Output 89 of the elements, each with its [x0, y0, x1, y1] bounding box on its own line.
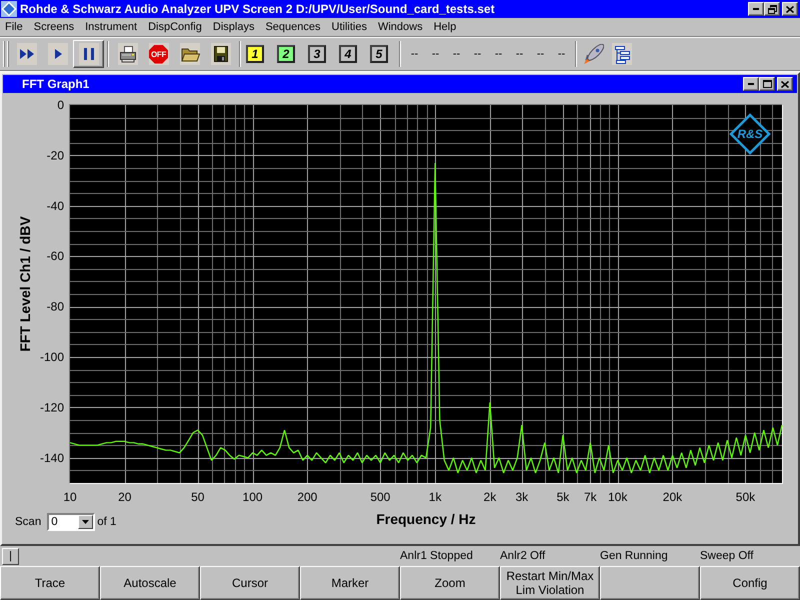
fast-forward-icon	[16, 43, 36, 65]
x-tick-label: 20k	[662, 490, 682, 504]
window-title: Rohde & Schwarz Audio Analyzer UPV Screen 2 D:/UPV/User/Sound_card_tests.set	[20, 2, 496, 16]
screen-button[interactable]: 5	[370, 45, 388, 63]
x-tick-label: 10	[63, 490, 77, 504]
floppy-disk-icon	[210, 43, 230, 65]
scan-label: Scan	[15, 516, 42, 528]
menu-item[interactable]: Help	[428, 19, 462, 35]
printer-icon	[118, 43, 138, 65]
softkey-button[interactable]: Restart Min/Max Lim Violation	[500, 566, 600, 600]
minimize-button[interactable]	[748, 2, 764, 16]
softkey-button[interactable]: Autoscale	[100, 566, 200, 600]
screen-button[interactable]: 1	[246, 45, 264, 63]
slot-label: --	[452, 48, 462, 60]
y-tick-label: -20	[46, 148, 64, 162]
menu-item[interactable]: File	[0, 19, 28, 35]
y-tick-label: -100	[40, 350, 64, 364]
y-tick-label: -140	[40, 450, 64, 465]
minimize-icon	[753, 8, 759, 10]
x-tick-label: 1k	[428, 490, 442, 504]
status-label: Sweep Off	[700, 550, 754, 562]
slot-label: --	[410, 48, 420, 60]
y-tick-label: -60	[46, 249, 64, 264]
x-tick-label: 20	[118, 490, 132, 504]
minimize-icon	[748, 83, 754, 85]
x-axis-title: Frequency / Hz	[376, 511, 476, 527]
tree-view-icon	[612, 43, 632, 65]
status-label: Anlr2 Off	[500, 550, 546, 562]
restore-icon	[768, 4, 776, 14]
pause-icon	[78, 43, 98, 65]
x-tick-label: 100	[242, 490, 263, 504]
y-tick-label: -120	[40, 400, 64, 414]
screen-button[interactable]: 4	[339, 45, 357, 63]
softkey-button[interactable]: Trace	[0, 566, 100, 600]
menu-item[interactable]: Sequences	[260, 19, 326, 35]
x-tick-label: 200	[297, 490, 318, 504]
menu-item[interactable]: Screens	[28, 19, 80, 35]
maximize-button[interactable]	[759, 77, 775, 91]
x-tick-label: 7k	[584, 490, 597, 504]
window-title: FFT Graph1	[22, 77, 90, 91]
menu-item[interactable]: DispConfig	[142, 19, 208, 35]
x-tick-label: 50k	[736, 490, 756, 504]
toolbar-grip[interactable]	[3, 41, 9, 67]
slot-label: --	[556, 48, 566, 60]
y-tick-label: -40	[46, 198, 64, 213]
y-tick-label: 0	[57, 98, 64, 112]
menu-item[interactable]: Instrument	[80, 19, 143, 35]
x-tick-label: 500	[370, 490, 390, 504]
y-tick-label: -80	[46, 300, 64, 314]
x-tick-label: 2k	[484, 490, 496, 504]
scan-dropdown[interactable]: 0	[47, 513, 96, 531]
slot-label: --	[536, 48, 546, 60]
toggle-button[interactable]: |	[2, 548, 19, 564]
x-tick-label: 5k	[556, 490, 570, 504]
slot-label: --	[472, 48, 482, 60]
screen-button[interactable]: 3	[308, 45, 326, 63]
menu-item[interactable]: Utilities	[326, 19, 372, 35]
rocket-icon	[584, 44, 604, 64]
slot-label: --	[430, 48, 440, 60]
minimize-button[interactable]	[743, 77, 759, 91]
restore-button[interactable]	[764, 2, 780, 16]
x-tick-label: 3k	[516, 490, 528, 504]
softkey-button[interactable]	[600, 566, 700, 600]
caret-icon[interactable]	[78, 515, 94, 529]
brand-logo: R&S	[729, 113, 771, 155]
pause-button[interactable]	[73, 40, 104, 68]
play-icon	[48, 43, 68, 65]
softkey-button[interactable]: Config	[700, 566, 800, 600]
status-label: Gen Running	[600, 550, 669, 562]
x-tick-label: 50	[191, 490, 204, 504]
screen-button[interactable]: 2	[277, 45, 295, 63]
y-axis-title: FFT Level Ch1 / dBV	[17, 216, 33, 352]
diamond-icon	[1, 1, 17, 17]
close-button[interactable]	[777, 77, 793, 91]
menu-item[interactable]: Windows	[372, 19, 428, 35]
maximize-icon	[762, 80, 772, 88]
menu-item[interactable]: Displays	[207, 19, 260, 35]
slot-label: --	[514, 48, 524, 60]
close-icon	[781, 80, 789, 88]
slot-label: --	[494, 48, 504, 60]
softkey-button[interactable]: Marker	[300, 566, 400, 600]
softkey-button[interactable]: Cursor	[200, 566, 300, 600]
status-label: Anlr1 Stopped	[400, 550, 474, 562]
x-tick-label: 10k	[608, 490, 628, 504]
softkey-button[interactable]: Zoom	[400, 566, 500, 600]
close-icon	[786, 6, 794, 12]
scan-count-label: of 1	[97, 516, 116, 528]
folder-icon	[180, 43, 200, 65]
close-button[interactable]	[782, 2, 798, 16]
